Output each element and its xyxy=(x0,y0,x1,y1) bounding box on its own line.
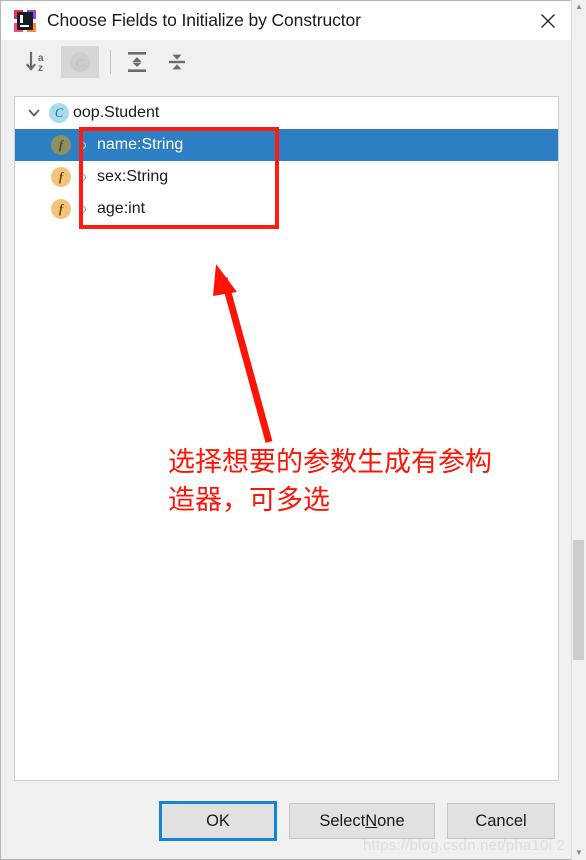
class-badge-icon: C xyxy=(49,103,69,123)
tree-row-class[interactable]: C oop.Student xyxy=(15,97,558,129)
svg-text:C: C xyxy=(76,56,85,70)
table-row[interactable]: f name:String xyxy=(15,129,558,161)
sort-alpha-down-icon[interactable]: a z xyxy=(21,47,55,77)
tree-row-class-label: oop.Student xyxy=(73,104,160,121)
table-row[interactable]: f sex:String xyxy=(15,161,558,193)
scroll-down-icon[interactable]: ▼ xyxy=(572,846,586,860)
select-none-label-after: one xyxy=(377,811,405,830)
private-dot-icon xyxy=(71,161,93,193)
dialog-window: Choose Fields to Initialize by Construct… xyxy=(0,0,572,860)
field-badge-icon: f xyxy=(51,167,71,187)
watermark-text: https://blog.csdn.net/pha10i 2 xyxy=(363,837,565,854)
chevron-down-icon[interactable] xyxy=(21,97,47,129)
cancel-button[interactable]: Cancel xyxy=(447,803,555,839)
field-label: name:String xyxy=(97,136,184,153)
class-c-icon[interactable]: C xyxy=(61,46,99,78)
title-bar: Choose Fields to Initialize by Construct… xyxy=(1,1,571,40)
select-none-button[interactable]: Select None xyxy=(289,803,435,839)
table-row[interactable]: f age:int xyxy=(15,193,558,225)
field-label: age:int xyxy=(97,200,146,217)
expand-all-icon[interactable] xyxy=(120,47,154,77)
select-none-label-before: Select xyxy=(319,811,366,830)
ok-button[interactable]: OK xyxy=(159,801,277,841)
page-scrollbar[interactable]: ▲ ▼ xyxy=(571,0,586,860)
private-dot-icon xyxy=(71,193,93,225)
fields-tree-panel[interactable]: C oop.Student f name:String f sex:String… xyxy=(14,96,559,781)
private-dot-icon xyxy=(71,129,93,161)
field-badge-icon: f xyxy=(51,199,71,219)
scrollbar-thumb[interactable] xyxy=(573,540,584,660)
scroll-up-icon[interactable]: ▲ xyxy=(572,0,586,14)
annotation-text: 选择想要的参数生成有参构 造器，可多选 xyxy=(168,447,492,516)
collapse-all-icon[interactable] xyxy=(160,47,194,77)
field-label: sex:String xyxy=(97,168,169,185)
dialog-title: Choose Fields to Initialize by Construct… xyxy=(47,10,361,30)
select-none-mnemonic: N xyxy=(365,811,378,830)
svg-text:z: z xyxy=(38,63,43,74)
toolbar: a z C xyxy=(1,40,571,84)
close-icon[interactable] xyxy=(525,1,571,40)
toolbar-separator xyxy=(110,50,111,74)
field-badge-icon: f xyxy=(51,135,71,155)
intellij-idea-icon xyxy=(14,9,36,32)
